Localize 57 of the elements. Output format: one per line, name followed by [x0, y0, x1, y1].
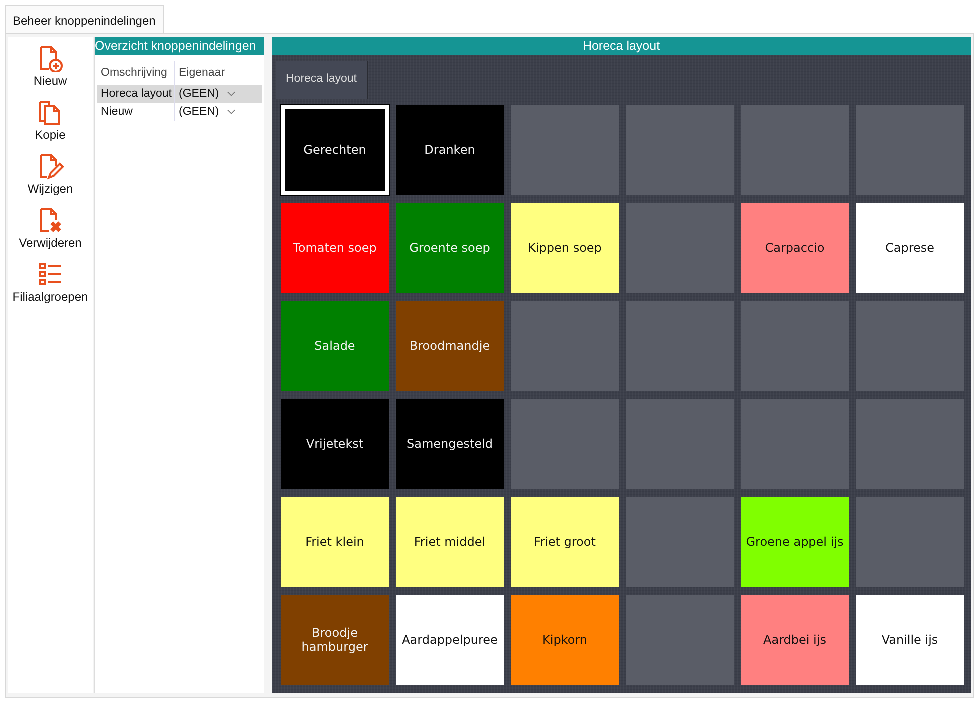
menu-button[interactable]: Broodmandje: [396, 301, 504, 391]
menu-button[interactable]: Vrijetekst: [281, 399, 389, 489]
empty-slot[interactable]: [856, 301, 964, 391]
owner-dropdown[interactable]: (GEEN): [174, 85, 238, 103]
chevron-down-icon: [227, 91, 236, 97]
empty-slot[interactable]: [626, 203, 734, 293]
empty-slot[interactable]: [856, 399, 964, 489]
empty-slot[interactable]: [626, 301, 734, 391]
menu-button[interactable]: Samengesteld: [396, 399, 504, 489]
toolbar-button[interactable]: Verwijderen: [19, 207, 82, 259]
layout-tab[interactable]: Horeca layout: [276, 61, 368, 99]
menu-button[interactable]: Aardappelpuree: [396, 595, 504, 685]
menu-button[interactable]: Groente soep: [396, 203, 504, 293]
table-cell-text: Horeca layout: [100, 88, 173, 100]
toolbar-button[interactable]: Filiaalgroepen: [12, 261, 88, 313]
empty-slot[interactable]: [626, 399, 734, 489]
menu-button[interactable]: Tomaten soep: [281, 203, 389, 293]
menu-button[interactable]: Friet middel: [396, 497, 504, 587]
column-header[interactable]: Omschrijving: [97, 67, 174, 79]
panel-title: Overzicht knoppenindelingen: [95, 37, 264, 55]
menu-button[interactable]: Kippen soep: [511, 203, 619, 293]
menu-button[interactable]: Friet groot: [511, 497, 619, 587]
toolbar-button[interactable]: Wijzigen: [28, 153, 74, 205]
menu-button[interactable]: Aardbei ijs: [741, 595, 849, 685]
table-row[interactable]: Nieuw (GEEN): [97, 103, 262, 121]
empty-slot[interactable]: [741, 301, 849, 391]
menu-button[interactable]: Carpaccio: [741, 203, 849, 293]
menu-button[interactable]: Kipkorn: [511, 595, 619, 685]
list-icon: [36, 261, 64, 288]
table-row[interactable]: Horeca layout (GEEN): [97, 85, 262, 103]
dropdown-value: (GEEN): [179, 88, 220, 100]
empty-slot[interactable]: [626, 105, 734, 195]
empty-slot[interactable]: [511, 301, 619, 391]
empty-slot[interactable]: [856, 105, 964, 195]
menu-button[interactable]: Gerechten: [281, 105, 389, 195]
owner-dropdown[interactable]: (GEEN): [174, 103, 238, 121]
window-tab[interactable]: Beheer knoppenindelingen: [5, 5, 164, 33]
menu-button[interactable]: Caprese: [856, 203, 964, 293]
panel-title: Horeca layout: [272, 37, 971, 55]
empty-slot[interactable]: [511, 399, 619, 489]
menu-button[interactable]: Salade: [281, 301, 389, 391]
menu-button[interactable]: Dranken: [396, 105, 504, 195]
menu-button[interactable]: Broodje hamburger: [281, 595, 389, 685]
empty-slot[interactable]: [741, 399, 849, 489]
menu-button[interactable]: Groene appel ijs: [741, 497, 849, 587]
menu-button[interactable]: Vanille ijs: [856, 595, 964, 685]
empty-slot[interactable]: [626, 595, 734, 685]
toolbar-button[interactable]: Kopie: [35, 99, 66, 151]
empty-slot[interactable]: [511, 105, 619, 195]
empty-slot[interactable]: [856, 497, 964, 587]
dropdown-value: (GEEN): [179, 106, 220, 118]
empty-slot[interactable]: [741, 105, 849, 195]
chevron-down-icon: [227, 109, 236, 115]
table-cell-text: Nieuw: [100, 106, 134, 118]
toolbar-button[interactable]: Nieuw: [34, 45, 68, 97]
menu-button[interactable]: Friet klein: [281, 497, 389, 587]
empty-slot[interactable]: [626, 497, 734, 587]
